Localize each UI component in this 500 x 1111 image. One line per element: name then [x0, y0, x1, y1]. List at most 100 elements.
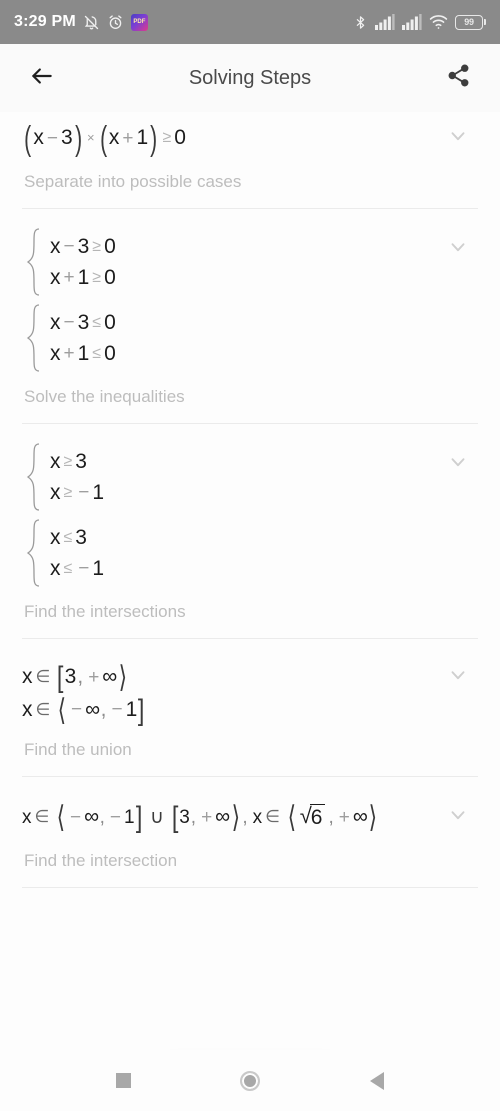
token-3: 3: [60, 126, 73, 149]
recents-button[interactable]: [99, 1057, 147, 1105]
paren-open: (: [24, 119, 32, 158]
status-time: 3:29 PM: [14, 13, 76, 30]
token-minus: −: [111, 699, 123, 721]
step-3-expand-button[interactable]: [438, 444, 478, 484]
page-title: Solving Steps: [188, 66, 312, 89]
system-4-row-1: x ≤ 3: [50, 522, 104, 553]
system-3-rows: x ≥ 3 x ≥ − 1: [42, 442, 104, 512]
system-block-4: x ≤ 3 x ≤ − 1: [26, 518, 438, 588]
divider-5: [22, 887, 478, 889]
status-bar-right: 99: [353, 14, 486, 31]
token-le: ≤: [63, 559, 73, 577]
token-x: x: [50, 266, 61, 289]
chevron-down-icon: [447, 664, 469, 691]
token-plus: +: [201, 806, 213, 828]
battery-level: 99: [455, 14, 483, 30]
status-bar-left: 3:29 PM PDF: [14, 13, 148, 31]
token-x: x: [22, 806, 32, 828]
token-plus: +: [338, 806, 350, 828]
sqrt-6-expression: √ 6: [298, 804, 328, 830]
square-recents-icon: [115, 1073, 131, 1088]
system-2-row-2: x + 1 ≤ 0: [50, 338, 116, 369]
token-minus: −: [109, 806, 122, 828]
angle-open: ⟨: [57, 693, 67, 727]
steps-scroll-area[interactable]: ( x − 3 ) × ( x + 1 ) ≥ 0 Separate into …: [0, 112, 500, 1050]
chevron-down-icon: [447, 236, 469, 263]
step-1-row: ( x − 3 ) × ( x + 1 ) ≥ 0: [22, 112, 478, 158]
step-2-row: x − 3 ≥ 0 x + 1 ≥ 0 x − 3 ≤ 0 x + 1 ≤ 0: [22, 223, 478, 373]
token-0: 0: [104, 311, 116, 334]
token-plus: +: [88, 666, 100, 688]
token-in: ∈: [35, 667, 51, 687]
step-item-3[interactable]: x ≥ 3 x ≥ − 1 x ≤ 3 x ≤ − 1 Find the int…: [0, 424, 500, 622]
bracket-open: [: [171, 801, 179, 835]
step-4-intervals: x ∈ [ 3 , + ∞ ⟩ x ∈ ⟨ − ∞ , − 1]: [22, 651, 438, 726]
system-4-rows: x ≤ 3 x ≤ − 1: [42, 518, 104, 588]
token-comma: ,: [190, 806, 197, 828]
token-ge: ≥: [162, 128, 172, 146]
system-4-row-2: x ≤ − 1: [50, 553, 104, 584]
step-4-caption: Find the union: [24, 740, 132, 760]
token-times: ×: [86, 130, 95, 146]
step-item-1[interactable]: ( x − 3 ) × ( x + 1 ) ≥ 0 Separate into …: [0, 112, 500, 192]
step-5-expand-button[interactable]: [438, 797, 478, 837]
bracket-open: [: [57, 661, 64, 695]
solving-steps-screen: 3:29 PM PDF 99 Solving Steps (x − 3) ×…: [0, 0, 500, 1111]
signal-1-icon: [375, 14, 395, 30]
token-union: ∪: [149, 806, 164, 828]
token-minus: −: [63, 236, 75, 257]
angle-close-2: ⟩: [368, 801, 378, 835]
step-1-expand-button[interactable]: [438, 118, 478, 158]
step-1-expression: ( x − 3 ) × ( x + 1 ) ≥ 0: [22, 112, 438, 155]
token-3: 3: [75, 450, 87, 473]
token-in: ∈: [265, 807, 280, 827]
wifi-icon: [429, 14, 448, 30]
system-1-row-1: x − 3 ≥ 0: [50, 231, 116, 262]
step-item-2[interactable]: x − 3 ≥ 0 x + 1 ≥ 0 x − 3 ≤ 0 x + 1 ≤ 0 …: [0, 209, 500, 407]
token-x: x: [50, 450, 61, 473]
signal-2-icon: [402, 14, 422, 30]
bell-muted-icon: [83, 14, 100, 31]
step-2-caption: Solve the inequalities: [24, 387, 185, 406]
token-x: x: [50, 526, 61, 549]
token-x: x: [50, 311, 61, 334]
share-button[interactable]: [438, 58, 478, 98]
token-plus: +: [122, 127, 134, 149]
alarm-clock-icon: [107, 14, 124, 31]
step-5-caption: Find the intersection: [24, 851, 178, 871]
circle-home-icon: [239, 1070, 260, 1091]
triangle-back-icon: [369, 1071, 384, 1090]
back-button[interactable]: [22, 58, 62, 98]
token-comma: ,: [242, 806, 248, 828]
token-ge: ≥: [92, 237, 102, 255]
step-3-systems: x ≥ 3 x ≥ − 1 x ≤ 3 x ≤ − 1: [22, 438, 438, 588]
step-1-caption: Separate into possible cases: [24, 172, 242, 191]
app-badge-icon: PDF: [130, 13, 148, 31]
token-1: 1: [92, 557, 105, 580]
home-button[interactable]: [226, 1057, 274, 1105]
token-1: 1: [77, 266, 90, 289]
token-comma: ,: [99, 806, 105, 828]
token-x: x: [50, 481, 61, 504]
step-item-4[interactable]: x ∈ [ 3 , + ∞ ⟩ x ∈ ⟨ − ∞ , − 1] Find t…: [0, 639, 500, 760]
token-0: 0: [104, 342, 116, 365]
token-comma: ,: [328, 806, 334, 828]
step-4-expand-button[interactable]: [438, 657, 478, 697]
angle-open-2: ⟨: [287, 801, 297, 835]
chevron-down-icon: [447, 804, 469, 831]
token-x: x: [50, 557, 61, 580]
app-bar: Solving Steps: [0, 44, 500, 112]
token-1: 1: [125, 697, 138, 721]
token-x: x: [22, 665, 33, 688]
token-plus: +: [63, 343, 75, 364]
step-3-caption: Find the intersections: [24, 602, 186, 621]
back-nav-button[interactable]: [353, 1057, 401, 1105]
step-2-systems: x − 3 ≥ 0 x + 1 ≥ 0 x − 3 ≤ 0 x + 1 ≤ 0: [22, 223, 438, 373]
step-2-expand-button[interactable]: [438, 229, 478, 269]
paren-close-2: ): [150, 119, 158, 158]
step-item-5[interactable]: x ∈ ⟨ − ∞ , − 1 ] ∪ [ 3 , + ∞ ⟩ , x ∈ ⟨ …: [0, 777, 500, 871]
step-4-row: x ∈ [ 3 , + ∞ ⟩ x ∈ ⟨ − ∞ , − 1]: [22, 651, 478, 726]
interval-line-2: x ∈ ⟨ − ∞ , − 1 ]: [22, 694, 438, 727]
token-minus: −: [63, 312, 75, 333]
curly-brace-icon: [26, 442, 42, 512]
